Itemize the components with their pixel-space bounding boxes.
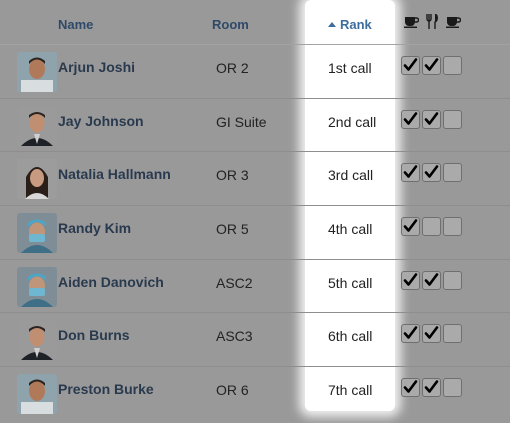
morning-coffee-checkbox[interactable] <box>401 217 420 237</box>
person-name[interactable]: Don Burns <box>58 327 130 343</box>
checkmark-icon <box>403 219 418 232</box>
avatar <box>17 266 57 307</box>
avatar <box>17 105 57 146</box>
checkmark-icon <box>424 326 439 340</box>
name-column-header[interactable]: Name <box>58 17 93 32</box>
room-cell: OR 3 <box>216 167 249 184</box>
rank-column-header[interactable]: Rank <box>328 17 372 32</box>
morning-coffee-checkbox[interactable] <box>401 56 420 75</box>
person-name[interactable]: Randy Kim <box>58 220 131 236</box>
checkmark-icon <box>403 326 418 340</box>
meal-checkbox[interactable] <box>422 56 441 75</box>
rank-cell: 3rd call <box>328 167 374 184</box>
room-cell: OR 2 <box>216 60 249 76</box>
avatar <box>17 52 57 92</box>
meal-icons-header <box>404 14 461 29</box>
meal-checkboxes <box>401 270 462 290</box>
meal-checkboxes <box>401 324 462 344</box>
avatar <box>17 374 57 415</box>
table-row: Natalia Hallmann OR 3 3rd call <box>0 151 510 205</box>
avatar <box>17 213 57 254</box>
meal-checkboxes <box>401 163 462 183</box>
table-row: Arjun Joshi OR 2 1st call <box>0 44 510 98</box>
morning-coffee-checkbox[interactable] <box>401 163 420 183</box>
afternoon-coffee-checkbox[interactable] <box>443 378 462 398</box>
room-cell: ASC3 <box>216 328 253 345</box>
person-name[interactable]: Arjun Joshi <box>58 59 135 75</box>
checkmark-icon <box>403 165 418 179</box>
checkmark-icon <box>403 58 418 71</box>
meal-checkbox[interactable] <box>422 163 441 183</box>
meal-checkbox[interactable] <box>422 217 441 237</box>
person-name[interactable]: Natalia Hallmann <box>58 166 171 182</box>
table-row: Preston Burke OR 6 7th call <box>0 366 510 420</box>
morning-coffee-checkbox[interactable] <box>401 378 420 398</box>
meal-checkbox[interactable] <box>422 378 441 398</box>
room-cell: ASC2 <box>216 274 253 291</box>
meal-checkboxes <box>401 217 462 237</box>
afternoon-coffee-checkbox[interactable] <box>443 324 462 344</box>
room-column-header[interactable]: Room <box>212 17 249 32</box>
person-name[interactable]: Preston Burke <box>58 381 154 397</box>
afternoon-coffee-checkbox[interactable] <box>443 109 462 129</box>
checkmark-icon <box>424 111 439 125</box>
afternoon-coffee-checkbox[interactable] <box>443 217 462 237</box>
sort-ascending-icon <box>328 22 336 27</box>
rank-cell: 1st call <box>328 60 372 76</box>
checkmark-icon <box>424 165 439 179</box>
meal-checkbox[interactable] <box>422 109 441 129</box>
checkmark-icon <box>424 380 439 393</box>
checkmark-icon <box>424 58 439 71</box>
room-cell: OR 6 <box>216 382 249 399</box>
rank-cell: 5th call <box>328 274 373 291</box>
table-header: Name Room Rank <box>0 0 510 44</box>
checkmark-icon <box>403 380 418 393</box>
rank-header-label: Rank <box>340 17 372 32</box>
table-row: Randy Kim OR 5 4th call <box>0 205 510 259</box>
rank-cell: 7th call <box>328 382 373 399</box>
rank-cell: 2nd call <box>328 113 377 130</box>
rank-cell: 4th call <box>328 221 373 238</box>
checkmark-icon <box>403 111 418 125</box>
morning-coffee-checkbox[interactable] <box>401 109 420 129</box>
afternoon-coffee-checkbox[interactable] <box>443 163 462 183</box>
avatar <box>17 320 57 361</box>
checkmark-icon <box>403 272 418 286</box>
table-row: Jay Johnson GI Suite 2nd call <box>0 97 510 152</box>
person-name[interactable]: Jay Johnson <box>58 113 144 129</box>
meal-checkboxes <box>401 378 462 398</box>
meal-checkbox[interactable] <box>422 270 441 290</box>
checkmark-icon <box>424 272 439 286</box>
afternoon-coffee-checkbox[interactable] <box>443 56 462 75</box>
morning-coffee-checkbox[interactable] <box>401 324 420 344</box>
staff-list: Arjun Joshi OR 2 1st call Jay Johnson GI Sui… <box>0 44 510 420</box>
coffee-icon <box>446 14 461 29</box>
room-cell: OR 5 <box>216 221 249 238</box>
meal-checkboxes <box>401 109 462 129</box>
rank-cell: 6th call <box>328 328 373 345</box>
avatar <box>17 159 57 200</box>
table-row: Aiden Danovich ASC2 5th call <box>0 258 510 313</box>
person-name[interactable]: Aiden Danovich <box>58 274 164 290</box>
table-row: Don Burns ASC3 6th call <box>0 312 510 366</box>
afternoon-coffee-checkbox[interactable] <box>443 270 462 290</box>
morning-coffee-checkbox[interactable] <box>401 270 420 290</box>
coffee-icon <box>404 14 419 29</box>
fork-knife-icon <box>426 14 439 29</box>
meal-checkbox[interactable] <box>422 324 441 344</box>
room-cell: GI Suite <box>216 113 267 130</box>
meal-checkboxes <box>401 56 462 75</box>
